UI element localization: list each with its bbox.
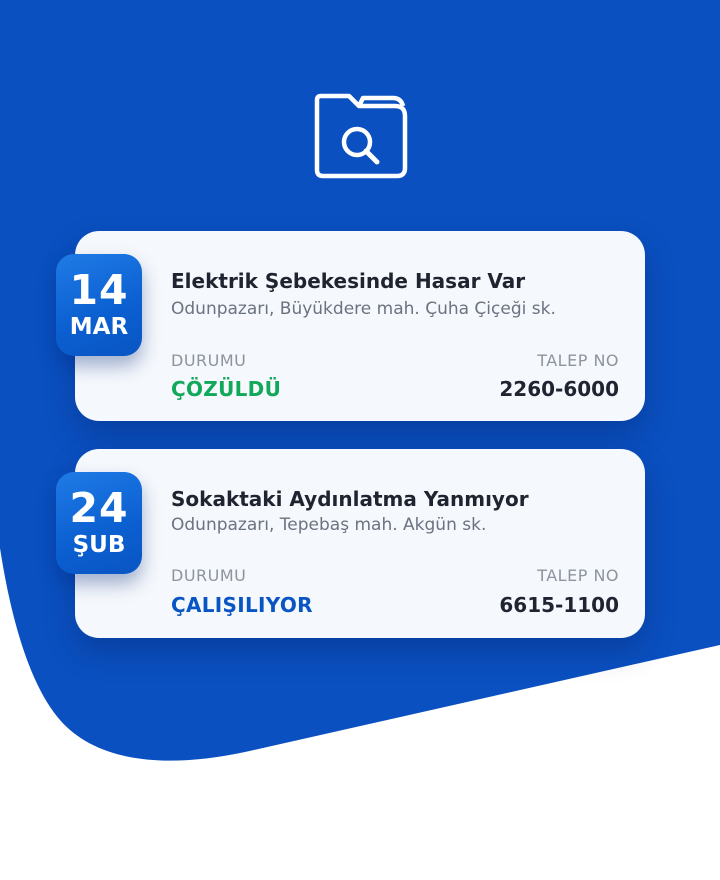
status-value: ÇALIŞILIYOR — [171, 593, 313, 617]
request-card[interactable]: 14 MAR Elektrik Şebekesinde Hasar Var Od… — [56, 231, 645, 421]
request-number: 6615-1100 — [499, 593, 619, 617]
date-day: 14 — [69, 266, 129, 314]
request-address: Odunpazarı, Büyükdere mah. Çuha Çiçeği s… — [171, 299, 556, 319]
date-day: 24 — [69, 484, 129, 532]
request-number-label: TALEP NO — [537, 566, 619, 585]
date-badge: 14 MAR — [56, 254, 142, 356]
folder-search-icon — [311, 90, 411, 182]
date-month: MAR — [69, 314, 129, 340]
status-label: DURUMU — [171, 351, 247, 370]
request-title: Sokaktaki Aydınlatma Yanmıyor — [171, 487, 529, 511]
request-title: Elektrik Şebekesinde Hasar Var — [171, 269, 526, 293]
date-badge: 24 ŞUB — [56, 472, 142, 574]
status-label: DURUMU — [171, 566, 247, 585]
date-month: ŞUB — [72, 532, 126, 558]
status-value: ÇÖZÜLDÜ — [171, 377, 282, 401]
request-card[interactable]: 24 ŞUB Sokaktaki Aydınlatma Yanmıyor Odu… — [56, 449, 645, 638]
request-number: 2260-6000 — [499, 377, 619, 401]
request-address: Odunpazarı, Tepebaş mah. Akgün sk. — [171, 515, 487, 535]
request-number-label: TALEP NO — [537, 351, 619, 370]
